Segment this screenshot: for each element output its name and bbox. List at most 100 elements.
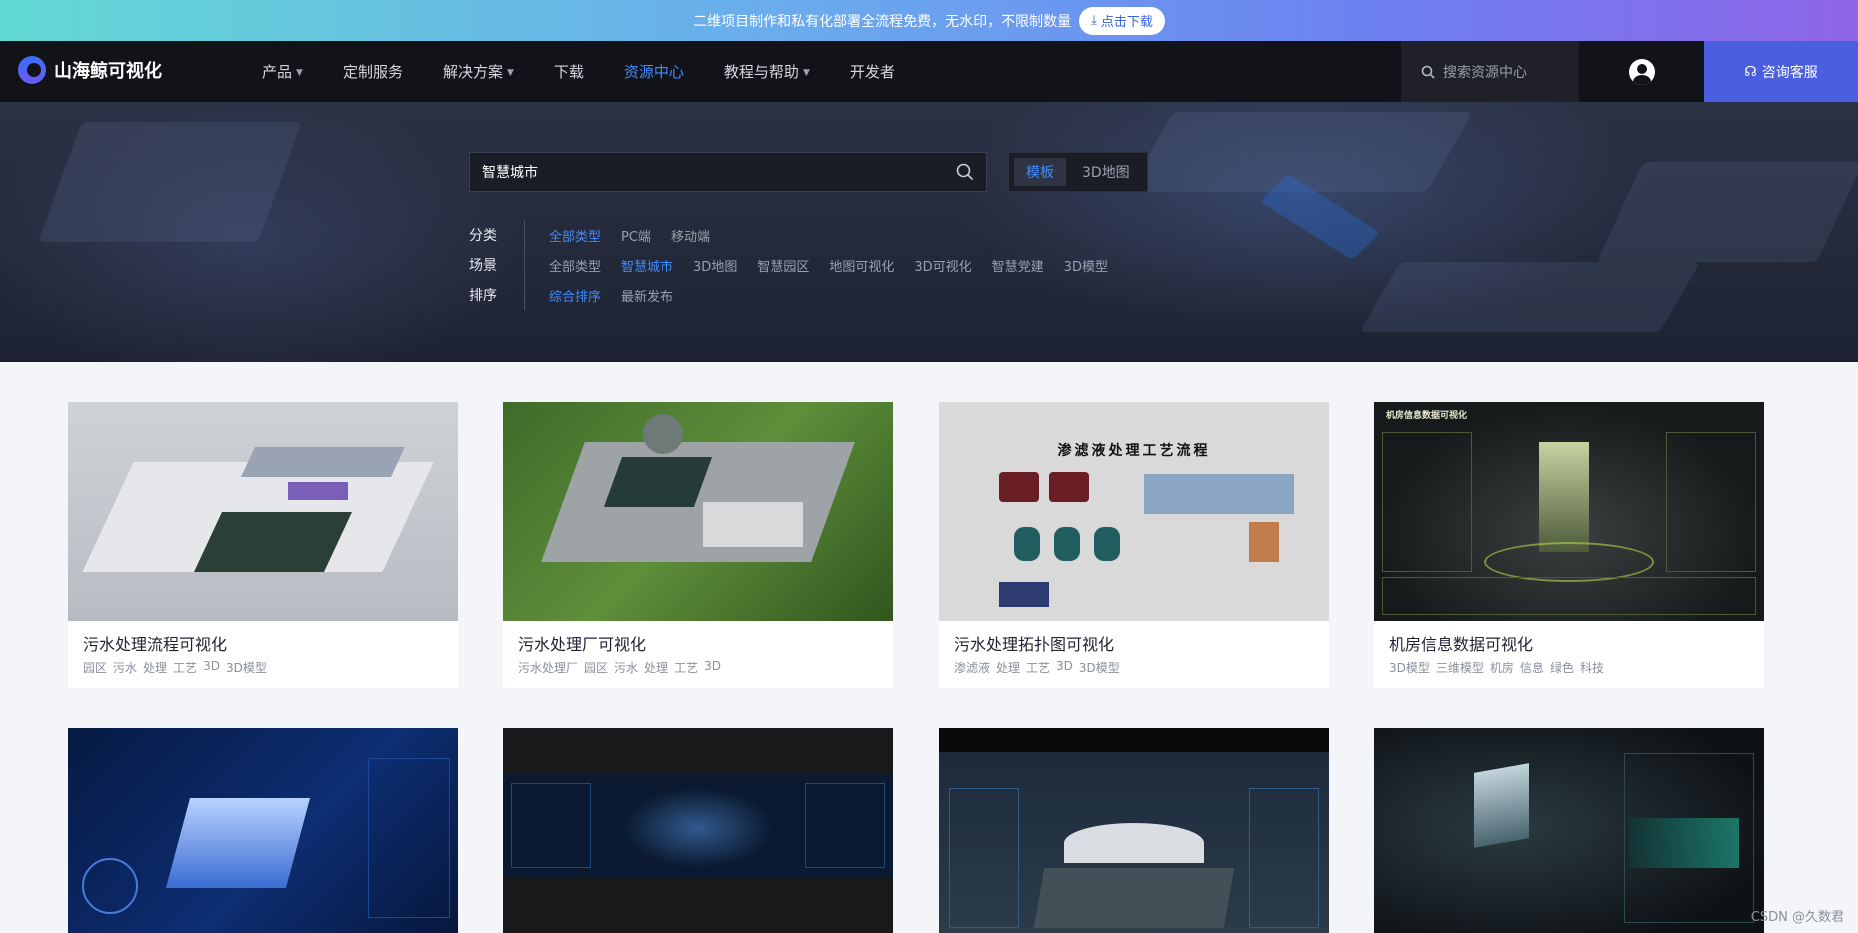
- card-tag: 污水处理厂: [518, 661, 579, 675]
- template-card[interactable]: 渗滤液处理工艺流程 污水处理拓扑图可视化 渗滤液 处理 工艺 3D 3D模型: [939, 402, 1329, 688]
- user-avatar-icon[interactable]: [1629, 58, 1655, 85]
- consult-label: 咨询客服: [1761, 64, 1818, 81]
- thumb-shape: [1474, 763, 1529, 848]
- menu-item-solutions[interactable]: 解决方案 ▼: [423, 41, 534, 102]
- search-icon[interactable]: [956, 163, 974, 181]
- headset-icon: ☊: [1744, 63, 1757, 80]
- template-card[interactable]: 污水处理厂可视化 污水处理厂 园区 污水 处理 工艺 3D: [503, 402, 893, 688]
- card-tag: 工艺: [173, 661, 198, 675]
- thumb-shape: [165, 798, 311, 888]
- filter-option[interactable]: 3D地图: [693, 256, 737, 275]
- thumb-shape: [1249, 788, 1319, 928]
- template-thumbnail: [68, 728, 458, 933]
- consult-button[interactable]: ☊ 咨询客服: [1704, 41, 1858, 102]
- card-tag: 3D: [203, 659, 220, 673]
- filter-option[interactable]: 智慧园区: [757, 256, 809, 275]
- filter-options: 综合排序 最新发布: [524, 280, 673, 310]
- thumb-shape: [949, 788, 1019, 928]
- thumb-shape: [1054, 527, 1080, 561]
- resource-search-input[interactable]: 智慧城市: [469, 152, 987, 192]
- template-thumbnail: 渗滤液处理工艺流程: [939, 402, 1329, 621]
- card-tag: 处理: [996, 661, 1021, 675]
- brand-logo[interactable]: 山海鲸可视化: [18, 56, 162, 84]
- nav-search-input[interactable]: 搜索资源中心: [1401, 41, 1579, 102]
- card-tag: 3D模型: [225, 661, 267, 675]
- card-tag: 机房: [1489, 661, 1514, 675]
- thumb-shape: [511, 783, 591, 868]
- thumb-shape: [1064, 823, 1204, 863]
- menu-item-resource-center[interactable]: 资源中心: [604, 41, 704, 102]
- thumb-shape: [805, 783, 885, 868]
- thumb-shape: [1014, 527, 1040, 561]
- resource-type-toggle: 模板 3D地图: [1008, 152, 1148, 192]
- menu-item-download[interactable]: 下载: [534, 41, 604, 102]
- menu-item-tutorials[interactable]: 教程与帮助 ▼: [704, 41, 830, 102]
- card-title: 污水处理厂可视化: [518, 635, 647, 654]
- template-card[interactable]: [68, 728, 458, 933]
- toggle-3d-map[interactable]: 3D地图: [1070, 158, 1142, 186]
- thumb-heading: 渗滤液处理工艺流程: [1057, 443, 1211, 459]
- card-title: 污水处理拓扑图可视化: [954, 635, 1115, 654]
- thumb-shape: [1249, 522, 1279, 562]
- filter-option[interactable]: PC端: [621, 226, 651, 245]
- filter-option[interactable]: 最新发布: [621, 286, 673, 305]
- card-tag: 渗滤液: [954, 661, 991, 675]
- toggle-template[interactable]: 模板: [1014, 158, 1066, 186]
- menu-item-developer[interactable]: 开发者: [830, 41, 915, 102]
- thumb-heading: 机房信息数据可视化: [1386, 411, 1468, 421]
- menu-label: 定制服务: [342, 63, 403, 81]
- search-icon: [1421, 65, 1435, 79]
- template-thumbnail: [503, 402, 893, 621]
- thumb-shape: [603, 457, 713, 507]
- thumb-shape: [1144, 474, 1294, 514]
- menu-label: 教程与帮助: [723, 63, 799, 81]
- filter-option[interactable]: 全部类型: [549, 226, 601, 245]
- template-card[interactable]: [503, 728, 893, 933]
- menu-label: 资源中心: [623, 63, 684, 81]
- menu-item-custom-service[interactable]: 定制服务: [323, 41, 423, 102]
- template-card[interactable]: [1374, 728, 1764, 933]
- thumb-shape: [1049, 472, 1089, 502]
- nav-search-placeholder: 搜索资源中心: [1443, 64, 1527, 81]
- card-tag: 3D: [704, 659, 721, 673]
- template-card[interactable]: [939, 728, 1329, 933]
- template-thumbnail: [503, 728, 893, 933]
- thumb-shape: [1382, 577, 1756, 615]
- thumb-shape: [999, 582, 1049, 607]
- promo-download-button[interactable]: ⤓ 点击下载: [1079, 6, 1165, 35]
- template-card[interactable]: 机房信息数据可视化 机房信息数据可视化 3D模型 三维模型 机房 信息 绿色 科…: [1374, 402, 1764, 688]
- filter-options: 全部类型 智慧城市 3D地图 智慧园区 地图可视化 3D可视化 智慧党建 3D模…: [524, 250, 1108, 280]
- filter-option[interactable]: 全部类型: [549, 256, 601, 275]
- chevron-down-icon: ▼: [802, 67, 810, 78]
- filter-option[interactable]: 智慧党建: [992, 256, 1044, 275]
- card-title: 污水处理流程可视化: [83, 635, 228, 654]
- card-tag: 信息: [1519, 661, 1544, 675]
- thumb-shape: [288, 482, 348, 500]
- card-tags: 园区 污水 处理 工艺 3D 3D模型: [68, 659, 458, 688]
- card-tag: 3D模型: [1078, 661, 1120, 675]
- top-nav: 山海鲸可视化 产品 ▼ 定制服务 解决方案 ▼ 下载 资源中心 教程与帮助 ▼ …: [0, 41, 1858, 102]
- menu-item-product[interactable]: 产品 ▼: [242, 41, 323, 102]
- main-menu: 产品 ▼ 定制服务 解决方案 ▼ 下载 资源中心 教程与帮助 ▼ 开发者: [242, 41, 915, 102]
- thumb-shape: [1624, 753, 1754, 923]
- thumb-shape: [1484, 542, 1654, 582]
- filter-option[interactable]: 3D可视化: [914, 256, 971, 275]
- template-thumbnail: [68, 402, 458, 621]
- chevron-down-icon: ▼: [296, 67, 303, 78]
- filter-option[interactable]: 地图可视化: [829, 256, 894, 275]
- card-tag: 处理: [644, 661, 669, 675]
- menu-label: 下载: [553, 63, 584, 81]
- template-card[interactable]: 污水处理流程可视化 园区 污水 处理 工艺 3D 3D模型: [68, 402, 458, 688]
- filter-label: 排序: [469, 288, 497, 304]
- menu-label: 产品: [262, 63, 293, 81]
- card-tags: 渗滤液 处理 工艺 3D 3D模型: [939, 659, 1329, 688]
- template-thumbnail: [1374, 728, 1764, 933]
- thumb-shape: [623, 788, 773, 868]
- thumb-shape: [1033, 868, 1235, 928]
- thumb-shape: [1382, 432, 1472, 572]
- filter-option[interactable]: 3D模型: [1064, 256, 1108, 275]
- filter-option[interactable]: 综合排序: [549, 286, 601, 305]
- filter-option[interactable]: 移动端: [671, 226, 710, 245]
- filter-option[interactable]: 智慧城市: [621, 256, 673, 275]
- brand-name: 山海鲸可视化: [54, 61, 162, 82]
